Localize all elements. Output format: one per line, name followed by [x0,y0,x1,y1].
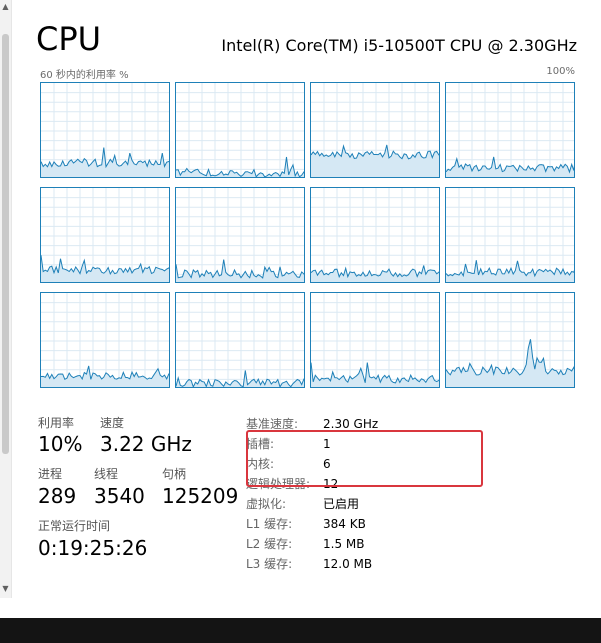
handles-label: 句柄 [162,467,187,481]
cpu-graph-9 [175,292,305,388]
scroll-down-arrow-icon[interactable]: ▼ [1,584,10,594]
spec-key: L3 缓存: [246,557,293,571]
graph-axis-label: 60 秒内的利用率 % [40,70,129,81]
cpu-graph-4 [40,187,170,283]
cpu-graph-6 [310,187,440,283]
logical-processor-graphs [40,82,575,388]
spec-key: 虚拟化: [246,497,287,511]
spec-row-l1-cache: L1 缓存: 384 KB [246,514,526,534]
spec-key: L2 缓存: [246,537,293,551]
speed-value: 3.22 GHz [100,432,192,456]
vertical-scrollbar[interactable]: ▲ ▼ [0,0,12,598]
speed-label: 速度 [100,416,125,430]
processes-value: 289 [38,484,77,508]
spec-row-virtualization: 虚拟化: 已启用 [246,494,526,514]
spec-key: L1 缓存: [246,517,293,531]
spec-value: 384 KB [323,517,366,531]
highlight-annotation-box [246,430,483,487]
uptime-value: 0:19:25:26 [38,536,148,560]
cpu-graph-1 [175,82,305,178]
scroll-up-arrow-icon[interactable]: ▲ [1,2,10,12]
threads-value: 3540 [94,484,145,508]
spec-value: 1.5 MB [323,537,365,551]
graph-max-label: 100% [546,66,575,77]
cpu-graph-11 [445,292,575,388]
spec-value: 12.0 MB [323,557,373,571]
spec-value: 已启用 [323,497,360,511]
bottom-bar [0,618,601,643]
utilization-label: 利用率 [38,416,75,430]
cpu-graph-7 [445,187,575,283]
cpu-graph-8 [40,292,170,388]
cpu-graph-10 [310,292,440,388]
uptime-label: 正常运行时间 [38,519,111,533]
cpu-graph-3 [445,82,575,178]
cpu-graph-0 [40,82,170,178]
handles-value: 125209 [162,484,239,508]
cpu-graph-5 [175,187,305,283]
threads-label: 线程 [94,467,119,481]
cpu-graph-2 [310,82,440,178]
cpu-model-name: Intel(R) Core(TM) i5-10500T CPU @ 2.30GH… [221,36,577,55]
page-title: CPU [36,20,102,58]
utilization-value: 10% [38,432,83,456]
processes-label: 进程 [38,467,63,481]
scroll-thumb[interactable] [2,34,9,454]
spec-row-l3-cache: L3 缓存: 12.0 MB [246,554,526,574]
spec-row-l2-cache: L2 缓存: 1.5 MB [246,534,526,554]
